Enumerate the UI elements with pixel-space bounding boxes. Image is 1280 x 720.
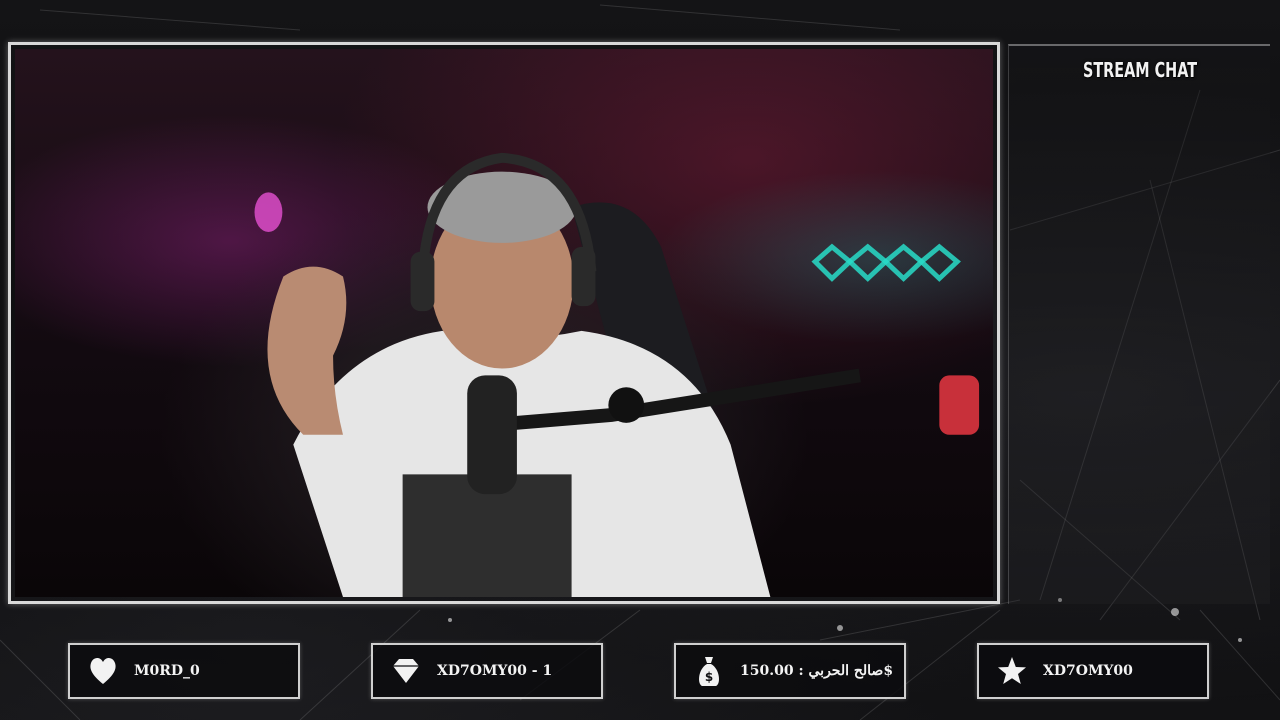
diamond-icon <box>391 654 421 688</box>
webcam-feed <box>15 49 993 597</box>
latest-event-name: XD7OMY00 <box>1043 663 1133 679</box>
star-icon <box>997 654 1027 688</box>
latest-follower-name: M0RD_0 <box>134 663 200 679</box>
latest-subscriber-name: XD7OMY00 - 1 <box>437 663 553 679</box>
stream-overlay: STREAM CHAT M0RD_0 XD7OMY00 - 1 $ صالح ا… <box>0 0 1280 720</box>
webcam-frame <box>8 42 1000 604</box>
chat-panel: STREAM CHAT <box>1008 44 1270 604</box>
latest-event-box: XD7OMY00 <box>977 643 1209 699</box>
latest-donation-text: صالح الحربي : 150.00$ <box>740 663 894 679</box>
streamer-silhouette <box>254 152 980 597</box>
heart-icon <box>88 654 118 688</box>
latest-donation-box: $ صالح الحربي : 150.00$ <box>674 643 906 699</box>
svg-text:$: $ <box>705 670 713 684</box>
latest-follower-box: M0RD_0 <box>68 643 300 699</box>
chat-title: STREAM CHAT <box>1082 58 1198 82</box>
latest-subscriber-box: XD7OMY00 - 1 <box>371 643 603 699</box>
money-bag-icon: $ <box>694 654 724 688</box>
